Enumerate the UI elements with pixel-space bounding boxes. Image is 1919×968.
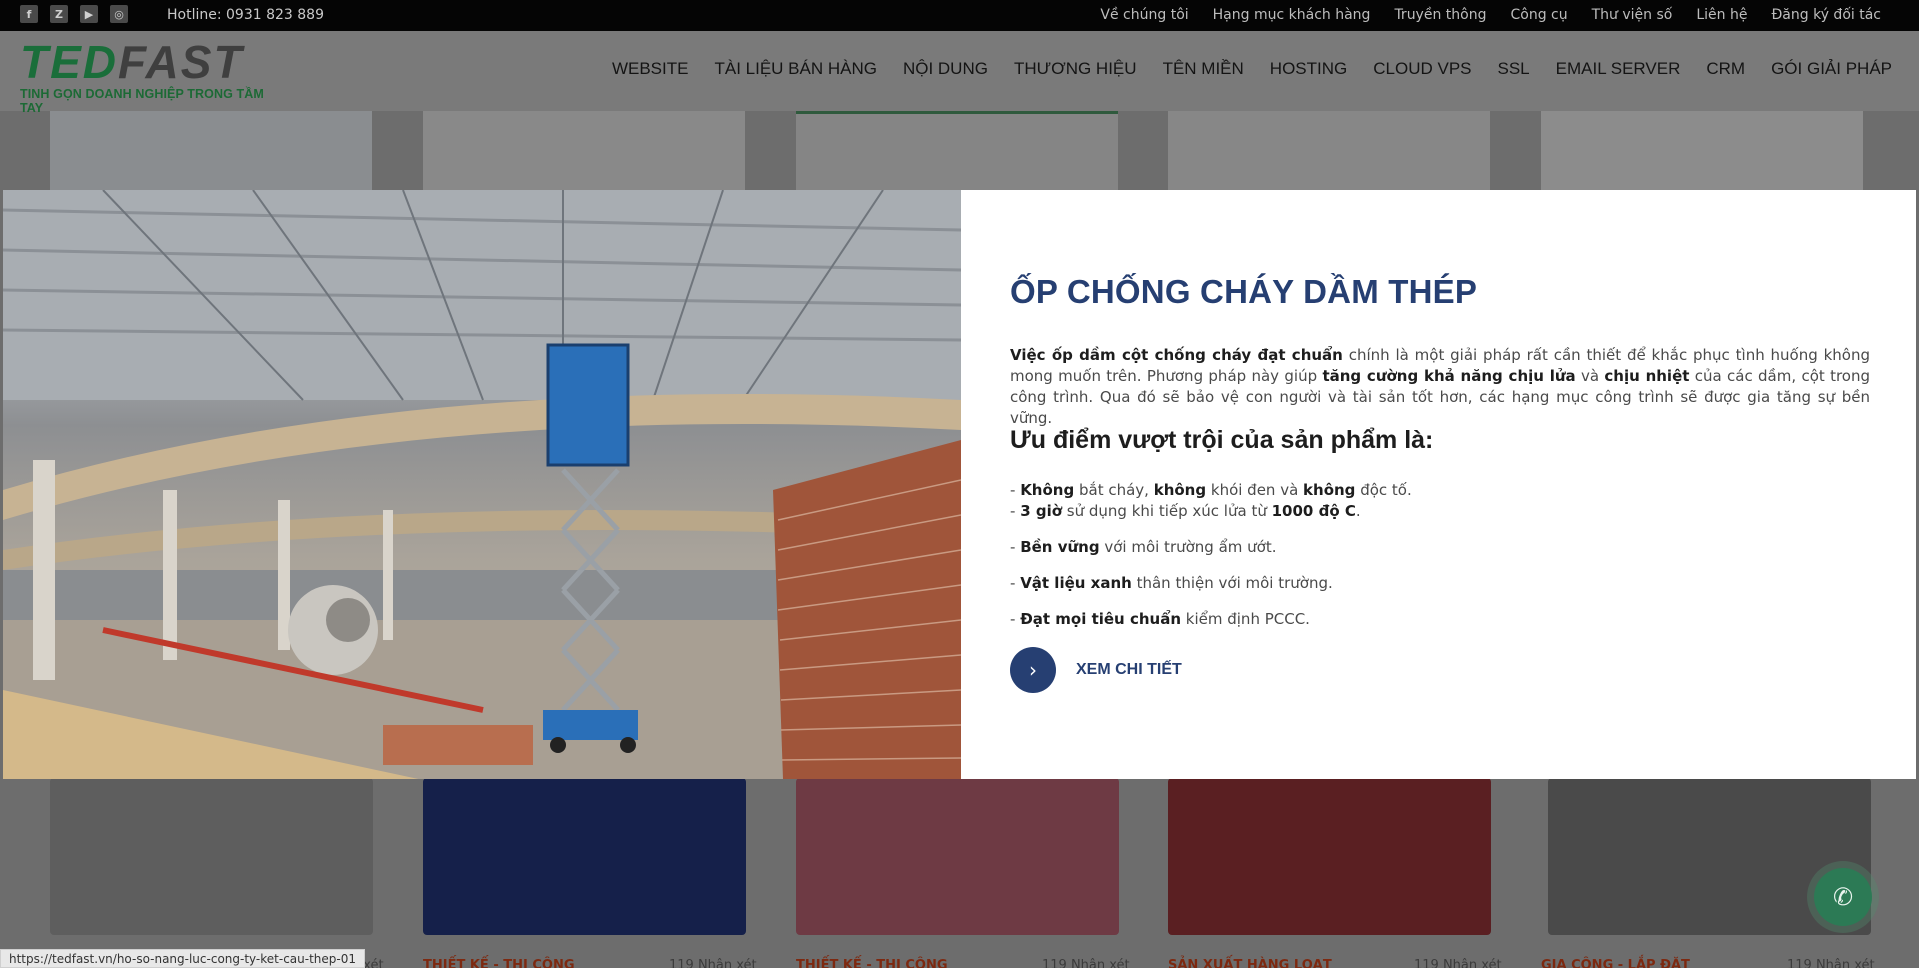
list-text: độc tố.: [1355, 481, 1412, 499]
logo-mark: TEDFAST: [20, 37, 285, 87]
social-links: f Z ▶ ◎: [20, 5, 128, 23]
list-text: .: [1355, 502, 1361, 520]
logo-mark-b: FAST: [118, 36, 244, 88]
logo-mark-a: TED: [20, 36, 118, 88]
list-bold: Bền vững: [1020, 538, 1100, 556]
card-meta: THIẾT KẾ - THI CÔNG 119 Nhận xét: [423, 958, 757, 968]
toplink-about[interactable]: Về chúng tôi: [1100, 7, 1188, 23]
nav-content[interactable]: NỘI DUNG: [903, 59, 988, 79]
background-cards: 119 Nhận xét THIẾT KẾ - THI CÔNG 119 Nhậ…: [0, 778, 1919, 968]
card-comments[interactable]: 119 Nhận xét: [669, 958, 757, 968]
toplink-library[interactable]: Thư viện số: [1592, 7, 1673, 23]
list-dash: -: [1010, 538, 1021, 556]
bg-thumbnail: [1541, 111, 1863, 191]
nav-email-server[interactable]: EMAIL SERVER: [1556, 59, 1681, 79]
list-text: với môi trường ẩm ướt.: [1099, 538, 1277, 556]
bg-thumbnail: [50, 111, 372, 191]
list-dash: -: [1010, 502, 1021, 520]
card-meta: THIẾT KẾ - THI CÔNG 119 Nhận xét: [796, 958, 1130, 968]
nav-hosting[interactable]: HOSTING: [1270, 59, 1347, 79]
toplink-contact[interactable]: Liên hệ: [1696, 7, 1747, 23]
list-text: thân thiện với môi trường.: [1131, 574, 1333, 592]
nav-cloud-vps[interactable]: CLOUD VPS: [1373, 59, 1471, 79]
top-links: Về chúng tôi Hạng mục khách hàng Truyền …: [1100, 7, 1881, 23]
list-dash: -: [1010, 610, 1021, 628]
card-comments[interactable]: 119 Nhận xét: [1787, 958, 1875, 968]
instagram-icon[interactable]: ◎: [110, 5, 128, 23]
card-image[interactable]: [1168, 778, 1491, 935]
card-category[interactable]: THIẾT KẾ - THI CÔNG: [423, 958, 575, 968]
zalo-icon[interactable]: Z: [50, 5, 68, 23]
modal-photo: [3, 190, 961, 779]
desc-text-2: và: [1575, 367, 1605, 385]
modal-subtitle: Ưu điểm vượt trội của sản phẩm là:: [1010, 426, 1434, 454]
view-details-label[interactable]: XEM CHI TIẾT: [1076, 661, 1182, 679]
modal-title: ỐP CHỐNG CHÁY DẦM THÉP: [1010, 273, 1478, 310]
list-text: sử dụng khi tiếp xúc lửa từ: [1062, 502, 1272, 520]
list-dash: -: [1010, 481, 1021, 499]
card-category[interactable]: GIA CÔNG - LẮP ĐẶT: [1541, 958, 1690, 968]
card-comments[interactable]: 119 Nhận xét: [1414, 958, 1502, 968]
advantage-item: - Không bắt cháy, không khói đen và khôn…: [1010, 480, 1870, 501]
nav-packages[interactable]: GÓI GIẢI PHÁP: [1771, 59, 1892, 79]
nav-ssl[interactable]: SSL: [1498, 59, 1530, 79]
view-details-button[interactable]: › XEM CHI TIẾT: [1010, 647, 1182, 693]
facebook-icon[interactable]: f: [20, 5, 38, 23]
youtube-icon[interactable]: ▶: [80, 5, 98, 23]
nav-brand[interactable]: THƯƠNG HIỆU: [1014, 59, 1137, 79]
card-category[interactable]: SẢN XUẤT HÀNG LOẠT: [1168, 958, 1332, 968]
nav-crm[interactable]: CRM: [1706, 59, 1745, 79]
hotline-text: Hotline: 0931 823 889: [167, 7, 324, 23]
toplink-partner[interactable]: Đăng ký đối tác: [1771, 7, 1881, 23]
nav-website[interactable]: WEBSITE: [612, 59, 689, 79]
warehouse-photo: [3, 190, 961, 779]
card-meta: GIA CÔNG - LẮP ĐẶT 119 Nhận xét: [1541, 958, 1875, 968]
status-url: https://tedfast.vn/ho-so-nang-luc-cong-t…: [0, 949, 365, 968]
desc-bold-2: tăng cường khả năng chịu lửa: [1322, 367, 1576, 385]
list-bold: Không: [1020, 481, 1075, 499]
list-bold: không: [1153, 481, 1207, 499]
card-image[interactable]: [796, 778, 1119, 935]
list-bold: không: [1303, 481, 1356, 499]
toplink-customers[interactable]: Hạng mục khách hàng: [1213, 7, 1371, 23]
card-meta: SẢN XUẤT HÀNG LOẠT 119 Nhận xét: [1168, 958, 1502, 968]
list-text: khói đen và: [1206, 481, 1304, 499]
list-bold: 1000 độ C: [1271, 502, 1356, 520]
modal-description: Việc ốp dầm cột chống cháy đạt chuẩn chí…: [1010, 345, 1870, 429]
product-modal: ỐP CHỐNG CHÁY DẦM THÉP Việc ốp dầm cột c…: [3, 190, 1916, 779]
list-dash: -: [1010, 574, 1021, 592]
main-header: TEDFAST TINH GỌN DOANH NGHIỆP TRONG TẦM …: [0, 31, 1919, 115]
toplink-media[interactable]: Truyền thông: [1394, 7, 1486, 23]
list-text: kiểm định PCCC.: [1181, 610, 1310, 628]
list-bold: Vật liệu xanh: [1020, 574, 1132, 592]
list-text: bắt cháy,: [1074, 481, 1154, 499]
logo[interactable]: TEDFAST TINH GỌN DOANH NGHIỆP TRONG TẦM …: [20, 37, 285, 115]
chevron-right-icon[interactable]: ›: [1010, 647, 1056, 693]
advantage-item: - 3 giờ sử dụng khi tiếp xúc lửa từ 1000…: [1010, 501, 1870, 522]
phone-icon[interactable]: ✆: [1814, 868, 1872, 926]
nav-domain[interactable]: TÊN MIỀN: [1163, 59, 1244, 79]
card-comments[interactable]: 119 Nhận xét: [1042, 958, 1130, 968]
toplink-tools[interactable]: Công cụ: [1510, 7, 1567, 23]
bg-thumbnail: [1168, 111, 1490, 191]
top-bar: f Z ▶ ◎ Hotline: 0931 823 889 Về chúng t…: [0, 0, 1919, 31]
list-bold: 3 giờ: [1020, 502, 1063, 520]
card-category[interactable]: THIẾT KẾ - THI CÔNG: [796, 958, 948, 968]
card-image[interactable]: [423, 778, 746, 935]
main-nav: WEBSITE TÀI LIỆU BÁN HÀNG NỘI DUNG THƯƠN…: [612, 59, 1892, 79]
advantage-item: - Đạt mọi tiêu chuẩn kiểm định PCCC.: [1010, 609, 1870, 630]
bg-thumbnail: [423, 111, 745, 191]
advantage-item: - Vật liệu xanh thân thiện với môi trườn…: [1010, 573, 1870, 594]
list-bold: Đạt mọi tiêu chuẩn: [1020, 610, 1182, 628]
advantage-item: - Bền vững với môi trường ẩm ướt.: [1010, 537, 1870, 558]
advantages-list: - Không bắt cháy, không khói đen và khôn…: [1010, 480, 1870, 630]
card-image[interactable]: [50, 778, 373, 935]
desc-bold-1: Việc ốp dầm cột chống cháy đạt chuẩn: [1010, 346, 1343, 364]
background-thumbnails: [0, 111, 1919, 191]
nav-sales-docs[interactable]: TÀI LIỆU BÁN HÀNG: [714, 59, 876, 79]
bg-thumbnail: [796, 111, 1118, 191]
desc-bold-3: chịu nhiệt: [1604, 367, 1690, 385]
